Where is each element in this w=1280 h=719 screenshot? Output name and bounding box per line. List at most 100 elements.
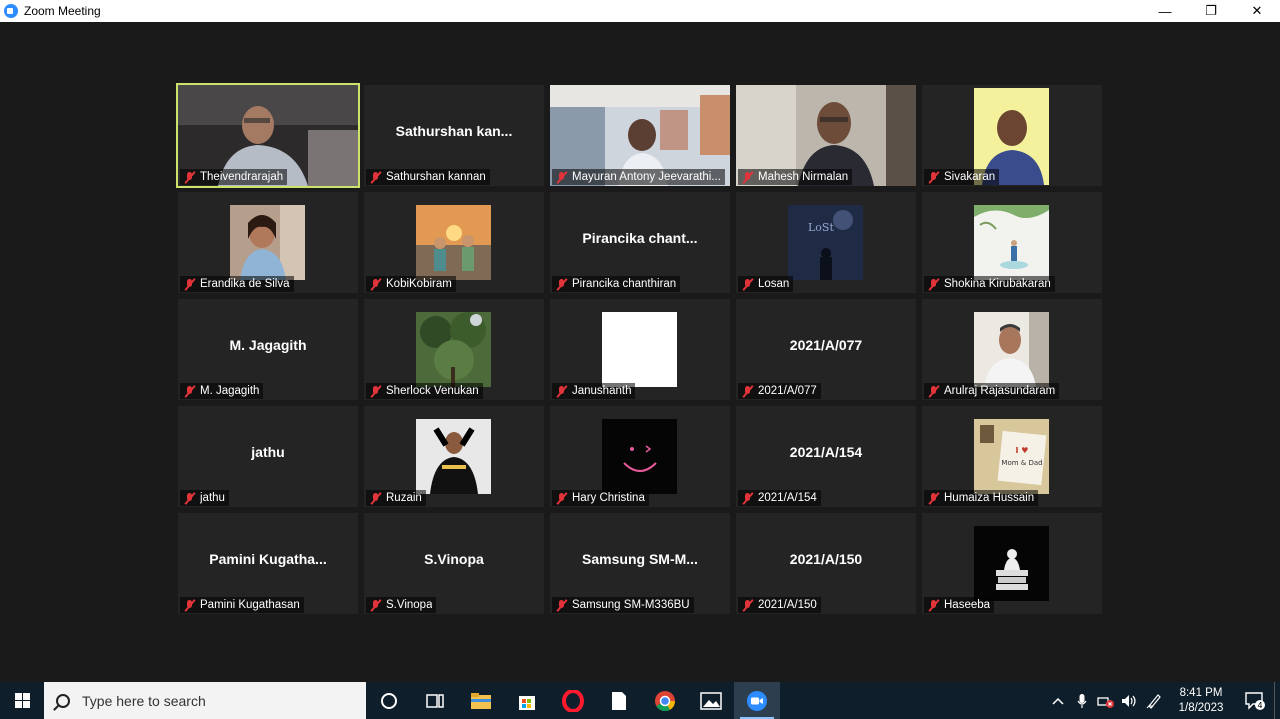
participant-tile[interactable]: Sivakaran [922, 85, 1102, 186]
participant-tile[interactable]: Janushanth [550, 299, 730, 400]
zoom-icon [747, 690, 767, 711]
participant-tile[interactable]: Arulraj Rajasundaram [922, 299, 1102, 400]
participant-tile[interactable]: Theivendrarajah [176, 83, 360, 188]
profile-picture [416, 312, 491, 387]
participant-tile[interactable]: 2021/A/154 2021/A/154 [736, 406, 916, 507]
profile-picture [416, 205, 491, 280]
search-icon [56, 693, 70, 708]
photos-button[interactable] [688, 682, 734, 719]
start-button[interactable] [0, 682, 44, 719]
muted-mic-icon [555, 170, 568, 184]
participant-tile[interactable]: Samsung SM-M... Samsung SM-M336BU [550, 513, 730, 614]
participant-name: Janushanth [572, 385, 632, 397]
participant-tile[interactable]: S.Vinopa S.Vinopa [364, 513, 544, 614]
participant-name-label: Arulraj Rajasundaram [924, 383, 1060, 399]
participant-name: Ruzain [386, 492, 422, 504]
meeting-area: Theivendrarajah Sathurshan kan... Sathur… [0, 22, 1280, 682]
volume-tray-button[interactable] [1118, 682, 1142, 719]
participant-name: 2021/A/077 [758, 385, 817, 397]
muted-mic-icon [369, 384, 382, 398]
participant-tile[interactable]: Sathurshan kan... Sathurshan kannan [364, 85, 544, 186]
note-text-top: I ♥ [1016, 446, 1029, 455]
muted-mic-icon [555, 384, 568, 398]
chrome-icon [655, 690, 676, 711]
participant-tile[interactable]: Mayuran Antony Jeevarathi... [550, 85, 730, 186]
file-explorer-button[interactable] [458, 682, 504, 719]
muted-mic-icon [741, 598, 754, 612]
participant-tile[interactable]: 2021/A/077 2021/A/077 [736, 299, 916, 400]
restore-button[interactable]: ❐ [1188, 0, 1234, 22]
participant-name: Humaiza Hussain [944, 492, 1035, 504]
participant-tile[interactable]: Ruzain [364, 406, 544, 507]
participant-name: Sivakaran [944, 171, 996, 183]
lost-text: LoSt [808, 221, 834, 234]
participant-tile[interactable]: I ♥ Mom & Dad Humaiza Hussain [922, 406, 1102, 507]
participant-name-label: Hary Christina [552, 490, 649, 506]
muted-mic-icon [741, 170, 754, 184]
note-text-mid: Mom & Dad [1001, 459, 1042, 467]
participant-name: Hary Christina [572, 492, 645, 504]
profile-picture [974, 205, 1049, 280]
participant-display-name: Pirancika chant... [582, 230, 698, 246]
participant-display-name: S.Vinopa [424, 551, 484, 567]
notification-count: 4 [1257, 701, 1262, 710]
participant-name-label: Mahesh Nirmalan [738, 169, 853, 185]
clock-date: 1/8/2023 [1178, 701, 1224, 714]
participant-tile[interactable]: KobiKobiram [364, 192, 544, 293]
close-button[interactable]: ✕ [1234, 0, 1280, 22]
chrome-button[interactable] [642, 682, 688, 719]
profile-picture [230, 205, 305, 280]
participant-tile[interactable]: Hary Christina [550, 406, 730, 507]
participant-tile[interactable]: Shokina Kirubakaran [922, 192, 1102, 293]
show-hidden-icons-button[interactable] [1046, 682, 1070, 719]
network-tray-button[interactable] [1094, 682, 1118, 719]
participant-name: S.Vinopa [386, 599, 433, 611]
muted-mic-icon [369, 491, 382, 505]
opera-icon [562, 689, 584, 712]
clock[interactable]: 8:41 PM 1/8/2023 [1166, 686, 1236, 716]
muted-mic-icon [555, 598, 568, 612]
muted-mic-icon [927, 598, 940, 612]
profile-picture [602, 419, 677, 494]
store-bag-icon [519, 695, 535, 710]
action-center-button[interactable]: 4 [1236, 682, 1274, 719]
participant-tile[interactable]: M. Jagagith M. Jagagith [178, 299, 358, 400]
show-desktop-button[interactable] [1274, 682, 1280, 719]
minimize-button[interactable]: — [1142, 0, 1188, 22]
participant-name-label: Erandika de Silva [180, 276, 294, 292]
cortana-icon [381, 692, 397, 709]
participant-name-label: Humaiza Hussain [924, 490, 1039, 506]
document-button[interactable] [596, 682, 642, 719]
participant-name: 2021/A/150 [758, 599, 817, 611]
participant-tile[interactable]: Pamini Kugatha... Pamini Kugathasan [178, 513, 358, 614]
participant-tile[interactable]: Sherlock Venukan [364, 299, 544, 400]
participant-tile[interactable]: jathu jathu [178, 406, 358, 507]
profile-picture [974, 312, 1049, 387]
participant-name: Erandika de Silva [200, 278, 290, 290]
participant-display-name: 2021/A/154 [789, 444, 863, 460]
participant-name-label: jathu [180, 490, 229, 506]
zoom-taskbar-button[interactable] [734, 682, 780, 719]
opera-button[interactable] [550, 682, 596, 719]
participant-tile[interactable]: Erandika de Silva [178, 192, 358, 293]
participant-name: Sathurshan kannan [386, 171, 486, 183]
participant-display-name: Pamini Kugatha... [209, 551, 327, 567]
store-button[interactable] [504, 682, 550, 719]
muted-mic-icon [741, 277, 754, 291]
participant-name-label: Sivakaran [924, 169, 1000, 185]
chevron-up-icon [1052, 697, 1064, 705]
participant-tile[interactable]: Haseeba [922, 513, 1102, 614]
participant-tile[interactable]: 2021/A/150 2021/A/150 [736, 513, 916, 614]
participant-tile[interactable]: Pirancika chant... Pirancika chanthiran [550, 192, 730, 293]
task-view-button[interactable] [412, 682, 458, 719]
participant-name: Losan [758, 278, 790, 290]
participant-display-name: 2021/A/077 [789, 337, 863, 353]
participant-name: Shokina Kirubakaran [944, 278, 1051, 290]
pen-tray-button[interactable] [1142, 682, 1166, 719]
participant-tile[interactable]: Mahesh Nirmalan [736, 85, 916, 186]
participant-tile[interactable]: LoSt Losan [736, 192, 916, 293]
microphone-tray-button[interactable] [1070, 682, 1094, 719]
participant-name-label: Ruzain [366, 490, 426, 506]
taskbar-search[interactable]: Type here to search [44, 682, 366, 719]
cortana-button[interactable] [366, 682, 412, 719]
